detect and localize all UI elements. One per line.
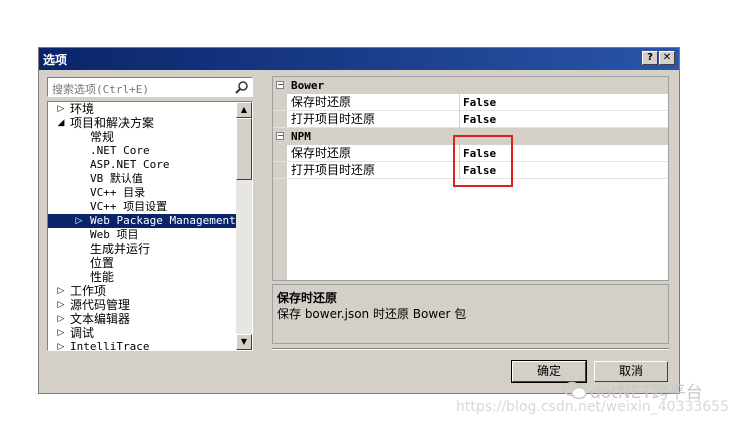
title-bar[interactable]: 选项 ? ✕ <box>39 48 679 70</box>
tree-item[interactable]: ▷ Web Package Management <box>48 214 236 228</box>
search-input[interactable]: 搜索选项(Ctrl+E) <box>47 77 253 97</box>
tree-item-label: Web 项目 <box>90 228 139 241</box>
tree-scrollbar[interactable]: ▲ ▼ <box>236 102 252 350</box>
tree-item[interactable]: .NET Core <box>48 144 236 158</box>
tree-item[interactable]: VC++ 项目设置 <box>48 200 236 214</box>
scroll-thumb[interactable] <box>236 118 252 180</box>
tree-item-label: 源代码管理 <box>70 298 131 312</box>
window-title: 选项 <box>43 53 68 67</box>
tree-item[interactable]: ▷ 源代码管理 <box>48 298 236 312</box>
tree-item[interactable]: ▷ 环境 <box>48 102 236 116</box>
tree-item-label: 文本编辑器 <box>70 312 131 326</box>
description-title: 保存时还原 <box>277 291 338 305</box>
tree-item[interactable]: VC++ 目录 <box>48 186 236 200</box>
collapse-icon[interactable]: − <box>276 81 284 89</box>
tree-item-label: 工作项 <box>70 284 107 298</box>
tree-expander-icon[interactable]: ◢ <box>56 116 66 130</box>
property-name: 保存时还原 <box>289 145 460 162</box>
tree-item-label: 性能 <box>90 270 115 284</box>
property-name: 打开项目时还原 <box>289 162 460 179</box>
property-row[interactable]: 保存时还原 False <box>273 94 668 111</box>
tree-item[interactable]: ▷ 调试 <box>48 326 236 340</box>
category-label: NPM <box>291 130 311 143</box>
property-name: 打开项目时还原 <box>289 111 460 128</box>
tree-item-label: ASP.NET Core <box>90 158 170 171</box>
description-text: 保存 bower.json 时还原 Bower 包 <box>277 307 467 321</box>
property-row[interactable]: 打开项目时还原 False <box>273 111 668 128</box>
tree-expander-icon[interactable]: ▷ <box>56 312 66 326</box>
grid-category[interactable]: − Bower <box>273 77 668 94</box>
tree-item-label: VC++ 目录 <box>90 186 146 199</box>
tree-item-label: 环境 <box>70 102 95 116</box>
tree-item[interactable]: ▷ 文本编辑器 <box>48 312 236 326</box>
divider <box>272 348 669 350</box>
tree-item[interactable]: Web 项目 <box>48 228 236 242</box>
property-name: 保存时还原 <box>289 94 460 111</box>
options-tree[interactable]: ▷ 环境 ◢ 项目和解决方案 常规 .NET Core ASP.NET Core VB 默认值… <box>47 101 253 351</box>
tree-expander-icon[interactable]: ▷ <box>56 326 66 340</box>
tree-item-label: 位置 <box>90 256 115 270</box>
tree-item[interactable]: 常规 <box>48 130 236 144</box>
tree-item[interactable]: ▷ 工作项 <box>48 284 236 298</box>
tree-item-label: Web Package Management <box>90 214 236 227</box>
collapse-icon[interactable]: − <box>276 132 284 140</box>
tree-item-label: .NET Core <box>90 144 150 157</box>
scroll-up-button[interactable]: ▲ <box>236 102 252 118</box>
scroll-down-button[interactable]: ▼ <box>236 334 252 350</box>
tree-item-label: 常规 <box>90 130 115 144</box>
search-icon[interactable] <box>235 80 249 97</box>
tree-item-label: VB 默认值 <box>90 172 143 185</box>
options-dialog: 选项 ? ✕ 搜索选项(Ctrl+E) ▷ 环境 ◢ 项目和解决方案 常规 .NET Co… <box>38 47 680 394</box>
property-value[interactable]: False <box>463 94 496 111</box>
tree-item[interactable]: VB 默认值 <box>48 172 236 186</box>
highlight-box <box>453 135 513 187</box>
tree-expander-icon[interactable]: ▷ <box>74 214 84 228</box>
search-placeholder: 搜索选项(Ctrl+E) <box>52 83 149 96</box>
tree-item[interactable]: ◢ 项目和解决方案 <box>48 116 236 130</box>
property-value[interactable]: False <box>463 111 496 128</box>
tree-expander-icon[interactable]: ▷ <box>56 340 66 350</box>
tree-list: ▷ 环境 ◢ 项目和解决方案 常规 .NET Core ASP.NET Core VB 默认值… <box>48 102 236 351</box>
tree-item[interactable]: ASP.NET Core <box>48 158 236 172</box>
help-button[interactable]: ? <box>642 51 658 65</box>
tree-item-label: VC++ 项目设置 <box>90 200 168 213</box>
tree-expander-icon[interactable]: ▷ <box>56 298 66 312</box>
tree-item-label: IntelliTrace <box>70 340 150 351</box>
description-panel: 保存时还原 保存 bower.json 时还原 Bower 包 <box>272 284 669 344</box>
close-button[interactable]: ✕ <box>659 51 675 65</box>
tree-item-label: 调试 <box>70 326 95 340</box>
tree-item-label: 项目和解决方案 <box>70 116 155 130</box>
tree-expander-icon[interactable]: ▷ <box>56 102 66 116</box>
tree-item[interactable]: ▷ IntelliTrace <box>48 340 236 351</box>
tree-item[interactable]: 生成并运行 <box>48 242 236 256</box>
ok-button[interactable]: 确定 <box>511 360 587 383</box>
tree-item[interactable]: 性能 <box>48 270 236 284</box>
watermark-url: https://blog.csdn.net/weixin_40333655 <box>456 399 730 415</box>
tree-expander-icon[interactable]: ▷ <box>56 284 66 298</box>
category-label: Bower <box>291 79 325 92</box>
tree-item-label: 生成并运行 <box>90 242 151 256</box>
tree-item[interactable]: 位置 <box>48 256 236 270</box>
